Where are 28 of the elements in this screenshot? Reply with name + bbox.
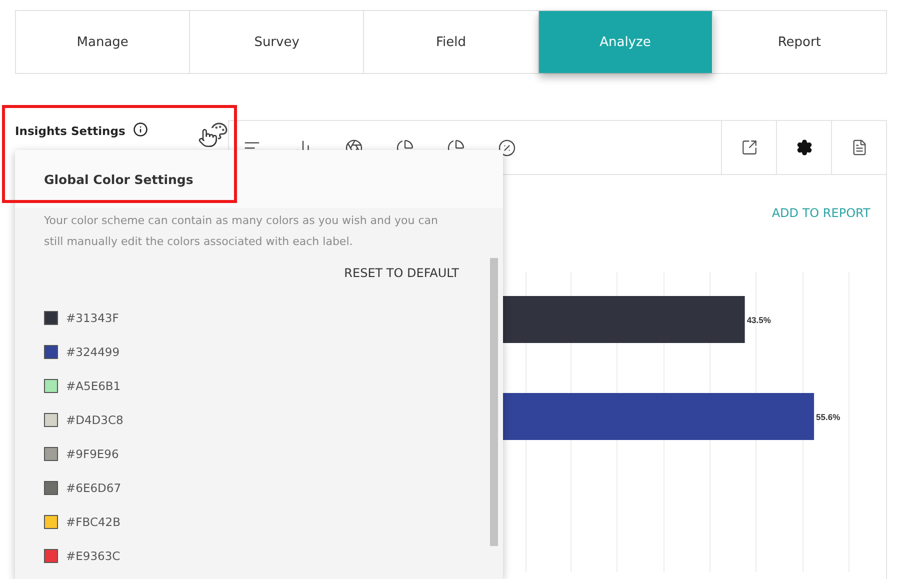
popup-title: Global Color Settings bbox=[44, 172, 194, 186]
color-swatch[interactable] bbox=[44, 413, 58, 427]
color-code: #A5E6B1 bbox=[66, 379, 121, 393]
color-swatch[interactable] bbox=[44, 481, 58, 495]
bar-value-label: 55.6% bbox=[816, 412, 840, 422]
color-code: #324499 bbox=[66, 345, 120, 359]
info-icon[interactable] bbox=[133, 122, 148, 137]
color-code: #D4D3C8 bbox=[66, 413, 124, 427]
color-code: #6E6D67 bbox=[66, 481, 122, 495]
color-swatch[interactable] bbox=[44, 379, 58, 393]
sidebar-title: Insights Settings bbox=[15, 124, 126, 138]
bar-value-label: 43.5% bbox=[747, 315, 772, 325]
hand-pointer-icon bbox=[198, 128, 218, 148]
color-swatch[interactable] bbox=[44, 515, 58, 529]
color-swatch[interactable] bbox=[44, 311, 58, 325]
external-link-icon bbox=[740, 139, 758, 156]
document-icon bbox=[850, 139, 868, 156]
color-swatch[interactable] bbox=[44, 345, 58, 359]
reset-button[interactable]: RESET TO DEFAULT bbox=[344, 266, 459, 280]
color-code: #E9363C bbox=[66, 549, 120, 563]
color-code: #31343F bbox=[66, 311, 119, 325]
color-code: #FBC42B bbox=[66, 515, 120, 529]
color-swatch[interactable] bbox=[44, 447, 58, 461]
color-code: #9F9E96 bbox=[66, 447, 119, 461]
color-swatch[interactable] bbox=[44, 549, 58, 563]
settings-icon bbox=[796, 139, 813, 156]
percent-circle-icon[interactable] bbox=[498, 138, 516, 156]
popup-description: Your color scheme can contain as many colors as you wish and you can still manually edit the colors associated with each label. bbox=[44, 213, 439, 250]
